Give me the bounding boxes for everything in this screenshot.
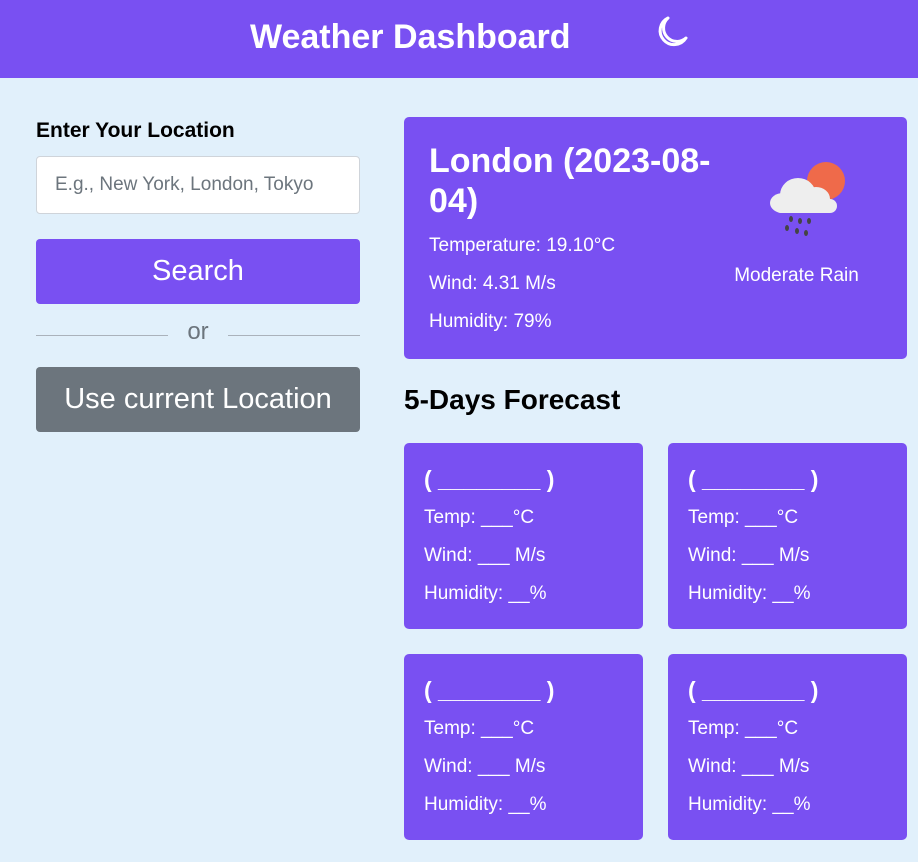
forecast-card: ( ________ ) Temp: ___°C Wind: ___ M/s H… (404, 443, 643, 629)
forecast-temp: Temp: ___°C (424, 718, 535, 739)
divider-or-text: or (187, 318, 209, 345)
forecast-date: ( ________ ) (688, 677, 819, 703)
divider-line-left (36, 335, 168, 336)
current-temperature: Temperature: 19.10°C (429, 235, 616, 256)
forecast-date: ( ________ ) (424, 677, 555, 703)
forecast-wind: Wind: ___ M/s (688, 545, 810, 566)
forecast-humidity: Humidity: __% (688, 583, 811, 604)
forecast-wind: Wind: ___ M/s (424, 545, 546, 566)
forecast-date: ( ________ ) (424, 466, 555, 492)
forecast-temp: Temp: ___°C (424, 507, 535, 528)
current-weather-card: London (2023-08-04) Temperature: 19.10°C… (404, 117, 907, 359)
current-humidity: Humidity: 79% (429, 311, 552, 332)
forecast-temp: Temp: ___°C (688, 718, 799, 739)
forecast-card: ( ________ ) Temp: ___°C Wind: ___ M/s H… (404, 654, 643, 840)
header-bar: Weather Dashboard (0, 0, 918, 78)
location-search-input[interactable] (36, 156, 360, 214)
forecast-card: ( ________ ) Temp: ___°C Wind: ___ M/s H… (668, 443, 907, 629)
current-wind: Wind: 4.31 M/s (429, 273, 556, 294)
divider-line-right (228, 335, 360, 336)
forecast-date: ( ________ ) (688, 466, 819, 492)
cloud-rain-sun-icon (770, 162, 845, 236)
forecast-temp: Temp: ___°C (688, 507, 799, 528)
forecast-title: 5-Days Forecast (404, 384, 621, 415)
search-button[interactable]: Search (36, 239, 360, 304)
use-current-location-button[interactable]: Use current Location (36, 367, 360, 432)
weather-condition: Moderate Rain (734, 265, 859, 286)
current-city-date: London (2023-08-04) (429, 142, 711, 220)
forecast-humidity: Humidity: __% (424, 794, 547, 815)
app-title: Weather Dashboard (250, 18, 571, 56)
forecast-wind: Wind: ___ M/s (688, 756, 810, 777)
forecast-wind: Wind: ___ M/s (424, 756, 546, 777)
forecast-card: ( ________ ) Temp: ___°C Wind: ___ M/s H… (668, 654, 907, 840)
forecast-humidity: Humidity: __% (424, 583, 547, 604)
forecast-humidity: Humidity: __% (688, 794, 811, 815)
location-label: Enter Your Location (36, 119, 235, 142)
moon-icon[interactable] (652, 12, 692, 52)
